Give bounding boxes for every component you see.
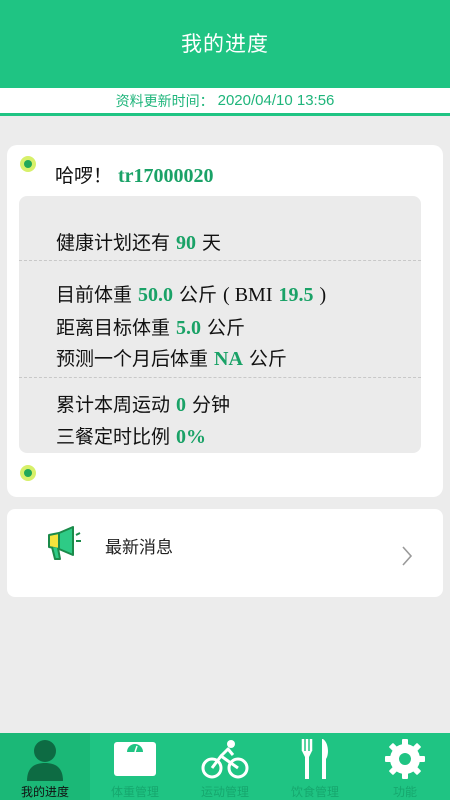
tab-label: 体重管理 (110, 785, 159, 799)
exercise-prefix: 累计本周运动 (56, 394, 171, 416)
divider (19, 377, 421, 378)
app-header: 我的进度 (0, 0, 450, 86)
bmi-close: ) (319, 284, 327, 306)
greeting: 哈啰！ tr17000020 (55, 161, 214, 188)
person-icon (25, 736, 65, 782)
bottom-tab-bar: 我的进度 体重管理 运动管理 饮食管理 功能 (0, 733, 450, 800)
greeting-hello: 哈啰！ (55, 165, 113, 187)
predicted-weight-value: NA (214, 348, 243, 370)
meals-line: 三餐定时比例 0% (56, 422, 212, 449)
bmi-open: ( BMI (223, 284, 273, 306)
plan-line: 健康计划还有 90 天 (56, 228, 221, 255)
predicted-weight-prefix: 预测一个月后体重 (56, 348, 209, 370)
page-title: 我的进度 (181, 32, 269, 56)
tab-weight-management[interactable]: 体重管理 (90, 733, 180, 800)
stats-panel: 健康计划还有 90 天 目前体重 50.0 公斤 ( BMI 19.5 ) 距离… (19, 196, 421, 453)
update-time-label: 资料更新时间： (115, 93, 214, 110)
plan-days: 90 (176, 232, 197, 254)
tab-label: 运动管理 (200, 785, 249, 799)
plan-unit: 天 (202, 232, 222, 254)
chevron-right-icon (401, 545, 413, 571)
target-weight-prefix: 距离目标体重 (56, 317, 171, 339)
top-dot-icon (20, 156, 36, 172)
latest-news-row[interactable]: 最新消息 (7, 509, 443, 597)
tab-label: 饮食管理 (290, 785, 339, 799)
tab-my-progress[interactable]: 我的进度 (0, 733, 90, 800)
fork-knife-icon (295, 736, 335, 782)
scale-icon (112, 736, 158, 782)
tab-label: 功能 (392, 785, 417, 799)
exercise-unit: 分钟 (192, 394, 231, 416)
progress-card: 哈啰！ tr17000020 健康计划还有 90 天 目前体重 50.0 公斤 … (7, 145, 443, 497)
gear-icon (384, 736, 426, 782)
exercise-line: 累计本周运动 0 分钟 (56, 390, 230, 417)
current-weight-prefix: 目前体重 (56, 284, 133, 306)
cyclist-icon (201, 736, 249, 782)
tab-functions[interactable]: 功能 (360, 733, 450, 800)
current-weight-value: 50.0 (138, 284, 174, 306)
current-weight-unit: 公斤 (179, 284, 218, 306)
predicted-weight-line: 预测一个月后体重 NA 公斤 (56, 344, 287, 371)
update-time-value: 2020/04/10 13:56 (217, 92, 335, 109)
megaphone-icon (43, 523, 83, 567)
tab-label: 我的进度 (20, 785, 69, 799)
username: tr17000020 (118, 165, 214, 187)
meals-prefix: 三餐定时比例 (56, 426, 171, 448)
target-weight-value: 5.0 (176, 317, 202, 339)
tab-diet-management[interactable]: 饮食管理 (270, 733, 360, 800)
target-weight-line: 距离目标体重 5.0 公斤 (56, 313, 245, 340)
update-time-bar: 资料更新时间： 2020/04/10 13:56 (0, 86, 450, 116)
latest-news-label: 最新消息 (105, 538, 173, 558)
predicted-weight-unit: 公斤 (248, 348, 287, 370)
current-weight-line: 目前体重 50.0 公斤 ( BMI 19.5 ) (56, 280, 326, 307)
exercise-value: 0 (176, 394, 187, 416)
divider (19, 260, 421, 261)
target-weight-unit: 公斤 (207, 317, 246, 339)
meals-value: 0% (176, 426, 207, 448)
plan-prefix: 健康计划还有 (56, 232, 171, 254)
bmi-value: 19.5 (278, 284, 314, 306)
bottom-dot-icon (20, 465, 36, 481)
tab-exercise-management[interactable]: 运动管理 (180, 733, 270, 800)
